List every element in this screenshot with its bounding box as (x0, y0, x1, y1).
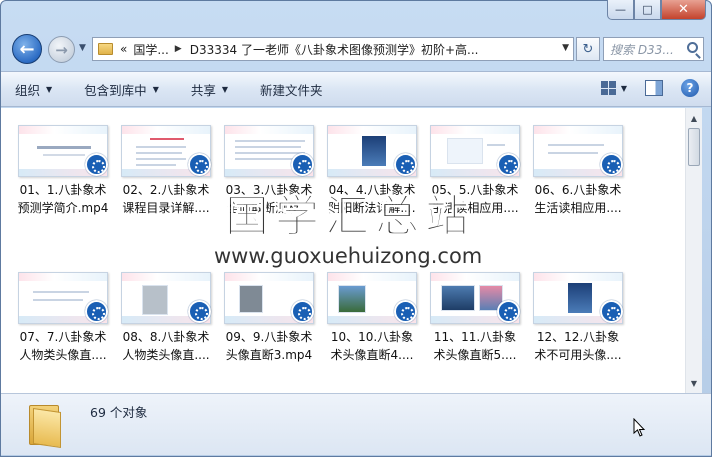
details-pane: 69 个对象 (1, 393, 711, 455)
file-name-line1: 02、2.八卦象术 (122, 183, 210, 197)
video-badge-icon (188, 300, 211, 323)
scroll-up-button[interactable]: ▲ (686, 110, 702, 126)
file-name: 02、2.八卦象术 课程目录详解.... (112, 181, 220, 217)
video-badge-icon (600, 153, 623, 176)
file-name-line1: 10、10.八卦象 (330, 330, 414, 344)
file-name: 11、11.八卦象 术头像直断5.... (421, 328, 529, 364)
include-in-library-button[interactable]: 包含到库中 ▼ (84, 80, 159, 99)
file-name-line2: 术不可用头像.... (534, 348, 622, 362)
help-icon[interactable]: ? (681, 79, 699, 97)
breadcrumb-overflow[interactable]: « (120, 42, 127, 56)
search-icon[interactable] (687, 42, 698, 53)
new-folder-label: 新建文件夹 (260, 82, 323, 98)
file-name-line1: 12、12.八卦象 (536, 330, 620, 344)
file-name-line2: 课程目录详解.... (122, 201, 210, 215)
file-name-line2: 头像直断3.mp4 (225, 348, 313, 362)
item-count: 69 个对象 (90, 405, 148, 420)
new-folder-button[interactable]: 新建文件夹 (260, 80, 323, 99)
folder-icon (29, 402, 61, 448)
file-name-line2: 术头像直断4.... (330, 348, 414, 362)
organize-button[interactable]: 组织 ▼ (15, 80, 52, 99)
chevron-right-icon[interactable]: ▶ (175, 44, 182, 54)
address-dropdown-button[interactable]: ▼ (562, 43, 569, 53)
chevron-down-icon[interactable]: ▼ (621, 84, 627, 93)
file-name-line2: 生活读相应用.... (534, 201, 622, 215)
video-badge-icon (497, 300, 520, 323)
maximize-button[interactable]: □ (634, 0, 661, 20)
search-placeholder: 搜索 D33... (610, 42, 674, 57)
video-badge-icon (497, 153, 520, 176)
organize-label: 组织 (15, 82, 41, 98)
share-label: 共享 (190, 82, 216, 98)
file-name-line1: 06、6.八卦象术 (534, 183, 622, 197)
file-name-line1: 01、1.八卦象术 (19, 183, 107, 197)
address-bar[interactable]: « 国学... ▶ D33334 了一老师《八卦象术图像预测学》初阶+高... … (92, 37, 574, 61)
file-name: 08、8.八卦象术 人物类头像直.... (112, 328, 220, 364)
video-badge-icon (291, 300, 314, 323)
chevron-down-icon: ▼ (152, 84, 159, 94)
vertical-scrollbar[interactable]: ▲ ▼ (685, 108, 702, 393)
include-label: 包含到库中 (84, 82, 147, 98)
video-badge-icon (188, 153, 211, 176)
video-badge-icon (291, 153, 314, 176)
scroll-down-button[interactable]: ▼ (686, 375, 702, 391)
file-name-line2: 人物类头像直.... (122, 348, 210, 362)
share-button[interactable]: 共享 ▼ (191, 80, 228, 99)
video-badge-icon (600, 300, 623, 323)
back-button[interactable]: ← (12, 34, 42, 64)
scroll-thumb[interactable] (688, 128, 700, 166)
file-name-line1: 08、8.八卦象术 (122, 330, 210, 344)
chevron-down-icon: ▼ (221, 84, 229, 94)
watermark-url: www.guoxuehuizong.com (214, 244, 483, 268)
breadcrumb-current[interactable]: D33334 了一老师《八卦象术图像预测学》初阶+高... (190, 41, 479, 58)
file-name: 09、9.八卦象术 头像直断3.mp4 (215, 328, 323, 364)
file-name-line2: 术头像直断5.... (433, 348, 517, 362)
file-name: 07、7.八卦象术 人物类头像直.... (9, 328, 117, 364)
minimize-button[interactable]: — (607, 0, 634, 20)
forward-button[interactable]: → (48, 36, 75, 63)
video-badge-icon (85, 300, 108, 323)
watermark-title: 国学汇总站 (225, 191, 475, 243)
file-name: 01、1.八卦象术 预测学简介.mp4 (9, 181, 117, 217)
breadcrumb-item[interactable]: 国学... (133, 41, 168, 58)
address-row: ← → ▼ « 国学... ▶ D33334 了一老师《八卦象术图像预测学》初阶… (8, 34, 704, 64)
file-name: 06、6.八卦象术 生活读相应用.... (524, 181, 632, 217)
caption-buttons: — □ ✕ (607, 0, 706, 22)
file-name-line2: 人物类头像直.... (19, 348, 107, 362)
close-button[interactable]: ✕ (661, 0, 706, 20)
command-bar: 组织 ▼ 包含到库中 ▼ 共享 ▼ 新建文件夹 ▼ ? (1, 71, 711, 107)
file-name: 10、10.八卦象 术头像直断4.... (318, 328, 426, 364)
file-name: 12、12.八卦象 术不可用头像.... (524, 328, 632, 364)
chevron-down-icon: ▼ (46, 84, 53, 94)
recent-pages-button[interactable]: ▼ (79, 43, 86, 53)
video-badge-icon (394, 153, 417, 176)
file-name-line1: 07、7.八卦象术 (19, 330, 107, 344)
video-badge-icon (394, 300, 417, 323)
file-name-line1: 11、11.八卦象 (433, 330, 517, 344)
refresh-button[interactable]: ↻ (576, 37, 600, 61)
video-badge-icon (85, 153, 108, 176)
search-input[interactable]: 搜索 D33... (603, 37, 704, 61)
file-name-line2: 预测学简介.mp4 (17, 201, 109, 215)
preview-pane-icon[interactable] (645, 80, 663, 96)
view-options-icon[interactable] (600, 81, 617, 95)
file-name-line1: 09、9.八卦象术 (225, 330, 313, 344)
folder-icon (98, 43, 113, 55)
